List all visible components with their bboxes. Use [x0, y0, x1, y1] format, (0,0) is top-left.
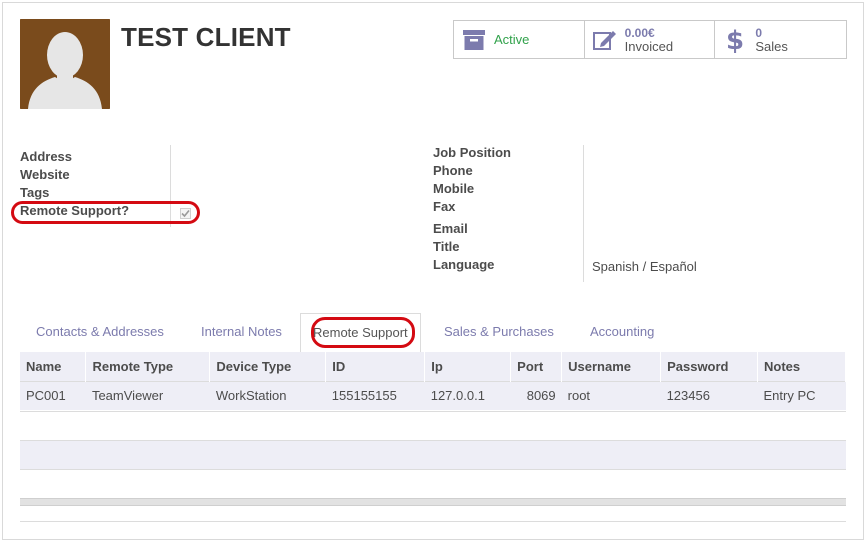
- column-header-id[interactable]: ID: [325, 352, 426, 381]
- cell-username: root: [561, 380, 661, 410]
- empty-row[interactable]: [20, 469, 846, 498]
- client-avatar[interactable]: [20, 19, 110, 109]
- active-label: Active: [494, 31, 530, 47]
- active-toggle-button[interactable]: Active: [454, 21, 585, 58]
- archive-icon: [454, 29, 494, 50]
- tab-sales-purchases[interactable]: Sales & Purchases: [444, 313, 554, 353]
- tab-remote-support[interactable]: Remote Support: [300, 313, 421, 354]
- tab-internal-notes[interactable]: Internal Notes: [201, 313, 282, 353]
- cell-port: 8069: [510, 380, 562, 410]
- edit-icon: [585, 29, 625, 51]
- field-separator: [583, 145, 584, 282]
- tab-accounting[interactable]: Accounting: [590, 313, 654, 353]
- cell-device-type: WorkStation: [209, 380, 326, 410]
- check-icon: [181, 209, 190, 218]
- cell-name: PC001: [20, 380, 86, 410]
- column-header-remote-type[interactable]: Remote Type: [85, 352, 211, 381]
- empty-row[interactable]: [20, 440, 846, 469]
- dollar-icon: $: [715, 27, 755, 53]
- cell-password: 123456: [660, 380, 758, 410]
- person-silhouette-icon: [20, 19, 110, 109]
- email-label: Email: [433, 221, 468, 236]
- sales-value: 0: [755, 25, 763, 40]
- table-footer: [20, 498, 846, 506]
- fax-label: Fax: [433, 199, 456, 214]
- address-label: Address: [20, 149, 73, 164]
- divider: [20, 521, 846, 522]
- table-row[interactable]: PC001 TeamViewer WorkStation 155155155 1…: [20, 380, 846, 410]
- sales-button[interactable]: $ 0 Sales: [715, 21, 847, 58]
- cell-remote-type: TeamViewer: [85, 380, 210, 410]
- invoiced-label: Invoiced: [624, 38, 674, 54]
- client-name: TEST CLIENT: [121, 22, 291, 52]
- mobile-label: Mobile: [433, 181, 475, 196]
- sales-label: Sales: [755, 38, 788, 54]
- cell-notes: Entry PC: [757, 380, 846, 410]
- invoiced-button[interactable]: 0.00€ Invoiced: [584, 21, 716, 58]
- smart-buttons: Active 0.00€ Invoiced $ 0 Sales: [453, 20, 847, 59]
- cell-ip: 127.0.0.1: [424, 380, 511, 410]
- empty-row[interactable]: [20, 411, 846, 440]
- remote-support-label: Remote Support?: [20, 203, 130, 218]
- remote-support-checkbox[interactable]: [180, 208, 191, 219]
- tags-label: Tags: [20, 185, 50, 200]
- remote-support-table: Name Remote Type Device Type ID Ip Port …: [20, 352, 846, 410]
- column-header-device-type[interactable]: Device Type: [209, 352, 327, 381]
- tab-contacts-addresses[interactable]: Contacts & Addresses: [36, 313, 164, 353]
- column-header-username[interactable]: Username: [561, 352, 662, 381]
- job-position-label: Job Position: [433, 145, 511, 160]
- phone-label: Phone: [433, 163, 473, 178]
- column-header-password[interactable]: Password: [660, 352, 759, 381]
- column-header-name[interactable]: Name: [20, 352, 87, 381]
- column-header-port[interactable]: Port: [510, 352, 563, 381]
- table-header-row: Name Remote Type Device Type ID Ip Port …: [20, 352, 846, 381]
- field-separator: [170, 145, 171, 227]
- column-header-ip[interactable]: Ip: [424, 352, 512, 381]
- invoiced-value: 0.00€: [624, 25, 655, 40]
- website-label: Website: [20, 167, 70, 182]
- language-value[interactable]: Spanish / Español: [592, 259, 697, 274]
- column-header-notes[interactable]: Notes: [757, 352, 846, 381]
- notebook-tabs: Contacts & Addresses Internal Notes Remo…: [20, 313, 846, 354]
- title-label: Title: [433, 239, 460, 254]
- svg-text:$: $: [727, 27, 743, 53]
- language-label: Language: [433, 257, 495, 272]
- cell-id: 155155155: [325, 380, 425, 410]
